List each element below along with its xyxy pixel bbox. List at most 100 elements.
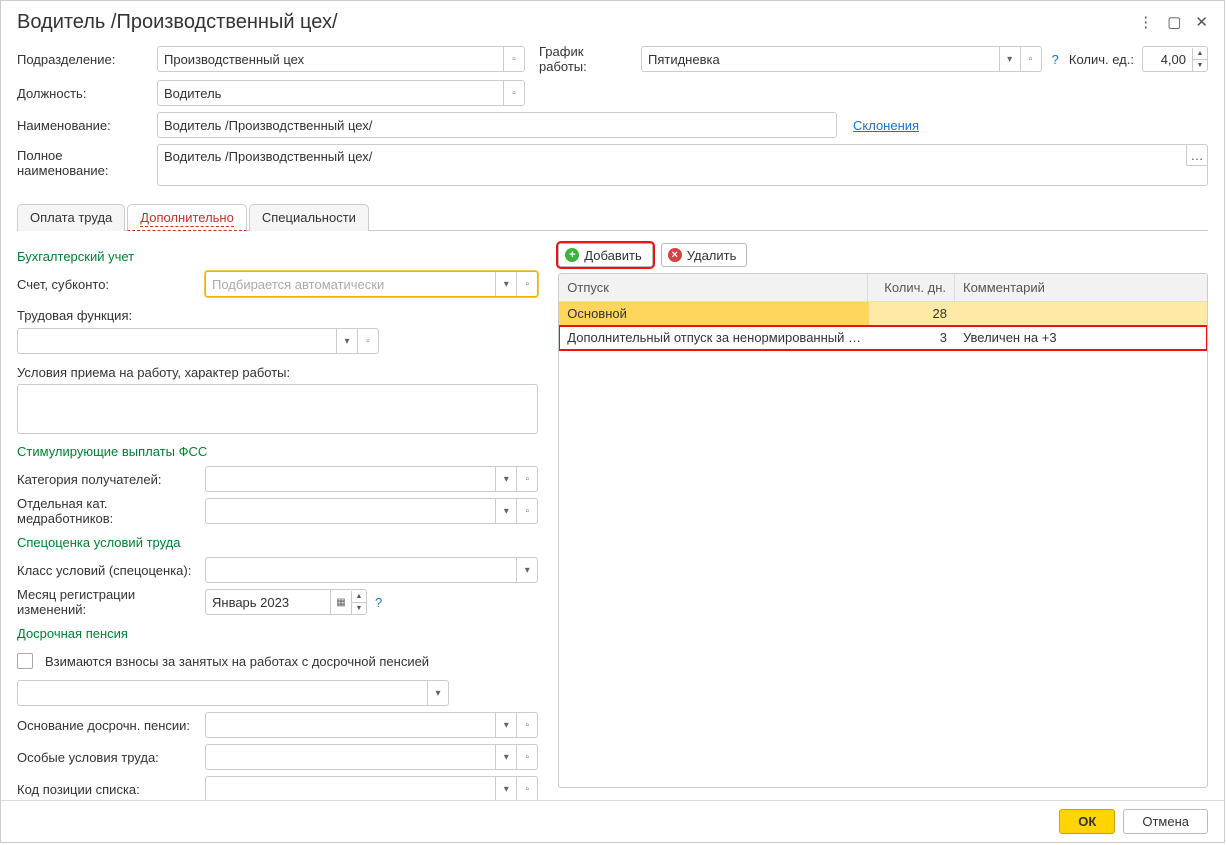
month-stepper[interactable]: ▲ ▼ (351, 591, 366, 614)
open-icon[interactable]: ▫ (1020, 47, 1041, 71)
fullname-input[interactable]: Водитель /Производственный цех/ … (157, 144, 1208, 186)
table-header: Отпуск Колич. дн. Комментарий (559, 274, 1207, 302)
dropdown-icon[interactable]: ▾ (427, 681, 448, 705)
section-fss: Стимулирующие выплаты ФСС (17, 444, 538, 459)
dropdown-icon[interactable]: ▾ (495, 777, 516, 800)
right-pane: + Добавить × Удалить Отпуск Колич. дн. К… (558, 243, 1208, 788)
titlebar: Водитель /Производственный цех/ ⋮ ▢ ✕ (1, 1, 1224, 40)
open-icon[interactable]: ▫ (516, 777, 537, 800)
class-input[interactable]: ▾ (205, 557, 538, 583)
schedule-label: График работы: (539, 44, 633, 74)
qty-label: Колич. ед.: (1069, 52, 1134, 67)
toolbar: + Добавить × Удалить (558, 243, 1208, 267)
open-icon[interactable]: ▫ (516, 745, 537, 769)
ellipsis-icon[interactable]: … (1186, 145, 1207, 166)
cat-input[interactable]: ▾ ▫ (205, 466, 538, 492)
med-label: Отдельная кат. медработников: (17, 496, 199, 526)
tab-extra[interactable]: Дополнительно (127, 204, 247, 231)
th-comment[interactable]: Комментарий (955, 274, 1207, 301)
open-icon[interactable]: ▫ (516, 467, 537, 491)
listpos-input[interactable]: ▾ ▫ (205, 776, 538, 800)
step-down-icon[interactable]: ▼ (352, 603, 366, 614)
vacation-table: Отпуск Колич. дн. Комментарий Основной 2… (558, 273, 1208, 788)
step-up-icon[interactable]: ▲ (1193, 48, 1207, 60)
th-days[interactable]: Колич. дн. (868, 274, 955, 301)
func-label: Трудовая функция: (17, 308, 538, 323)
cancel-button[interactable]: Отмена (1123, 809, 1208, 834)
dropdown-icon[interactable]: ▾ (495, 499, 516, 523)
dropdown-icon[interactable]: ▾ (495, 467, 516, 491)
name-label: Наименование: (17, 118, 149, 133)
dropdown-icon[interactable]: ▾ (999, 47, 1020, 71)
help-icon[interactable]: ? (1050, 52, 1061, 67)
listpos-label: Код позиции списка: (17, 782, 199, 797)
special-label: Особые условия труда: (17, 750, 199, 765)
month-input[interactable]: Январь 2023 ▦ ▲ ▼ (205, 589, 367, 615)
left-pane: Бухгалтерский учет Счет, субконто: Подби… (17, 243, 538, 788)
step-up-icon[interactable]: ▲ (352, 591, 366, 603)
dropdown-icon[interactable]: ▾ (495, 272, 516, 296)
basis-label: Основание досрочн. пенсии: (17, 718, 199, 733)
dept-label: Подразделение: (17, 52, 149, 67)
window-title: Водитель /Производственный цех/ (17, 11, 1138, 34)
delete-button[interactable]: × Удалить (661, 243, 748, 267)
position-label: Должность: (17, 86, 149, 101)
month-label: Месяц регистрации изменений: (17, 587, 199, 617)
qty-stepper[interactable]: ▲ ▼ (1192, 48, 1207, 71)
account-label: Счет, субконто: (17, 277, 199, 292)
open-icon[interactable]: ▫ (516, 499, 537, 523)
schedule-input[interactable]: Пятидневка ▾ ▫ (641, 46, 1042, 72)
open-icon[interactable]: ▫ (357, 329, 378, 353)
dropdown-icon[interactable]: ▾ (495, 745, 516, 769)
pension-list-input[interactable]: ▾ (17, 680, 449, 706)
declension-link[interactable]: Склонения (853, 118, 919, 133)
open-icon[interactable]: ▫ (516, 272, 537, 296)
ok-button[interactable]: ОК (1059, 809, 1115, 834)
conditions-input[interactable] (17, 384, 538, 434)
section-pension: Досрочная пенсия (17, 626, 538, 641)
class-label: Класс условий (спецоценка): (17, 563, 199, 578)
help-icon[interactable]: ? (373, 595, 384, 610)
add-button[interactable]: + Добавить (558, 243, 652, 267)
name-input[interactable]: Водитель /Производственный цех/ (157, 112, 837, 138)
func-input[interactable]: ▾ ▫ (17, 328, 379, 354)
header-form: Подразделение: Производственный цех ▫ Гр… (1, 40, 1224, 200)
fullname-label: Полное наименование: (17, 144, 149, 178)
open-icon[interactable]: ▫ (516, 713, 537, 737)
maximize-icon[interactable]: ▢ (1167, 15, 1181, 30)
more-icon[interactable]: ⋮ (1138, 15, 1153, 30)
footer: ОК Отмена (1, 800, 1224, 842)
open-icon[interactable]: ▫ (503, 81, 524, 105)
plus-icon: + (565, 248, 579, 262)
table-row[interactable]: Основной 28 (559, 302, 1207, 326)
window: Водитель /Производственный цех/ ⋮ ▢ ✕ По… (0, 0, 1225, 843)
cat-label: Категория получателей: (17, 472, 199, 487)
qty-input[interactable]: 4,00 ▲ ▼ (1142, 46, 1208, 72)
tab-bar: Оплата труда Дополнительно Специальности (17, 204, 1208, 231)
cond-label: Условия приема на работу, характер работ… (17, 365, 538, 380)
special-input[interactable]: ▾ ▫ (205, 744, 538, 770)
dropdown-icon[interactable]: ▾ (336, 329, 357, 353)
account-input[interactable]: Подбирается автоматически ▾ ▫ (205, 271, 538, 297)
step-down-icon[interactable]: ▼ (1193, 60, 1207, 71)
position-input[interactable]: Водитель ▫ (157, 80, 525, 106)
window-controls: ⋮ ▢ ✕ (1138, 15, 1208, 30)
dept-input[interactable]: Производственный цех ▫ (157, 46, 525, 72)
pension-check-label: Взимаются взносы за занятых на работах с… (45, 654, 429, 669)
dropdown-icon[interactable]: ▾ (495, 713, 516, 737)
x-icon: × (668, 248, 682, 262)
section-accounting: Бухгалтерский учет (17, 249, 538, 264)
calendar-icon[interactable]: ▦ (330, 590, 351, 614)
dropdown-icon[interactable]: ▾ (516, 558, 537, 582)
basis-input[interactable]: ▾ ▫ (205, 712, 538, 738)
tab-spec[interactable]: Специальности (249, 204, 369, 231)
pension-checkbox[interactable] (17, 653, 33, 669)
table-row[interactable]: Дополнительный отпуск за ненормированный… (559, 326, 1207, 350)
tab-pay[interactable]: Оплата труда (17, 204, 125, 231)
th-name[interactable]: Отпуск (559, 274, 868, 301)
med-input[interactable]: ▾ ▫ (205, 498, 538, 524)
open-icon[interactable]: ▫ (503, 47, 524, 71)
section-eval: Спецоценка условий труда (17, 535, 538, 550)
close-icon[interactable]: ✕ (1195, 15, 1208, 30)
content: Бухгалтерский учет Счет, субконто: Подби… (1, 231, 1224, 800)
